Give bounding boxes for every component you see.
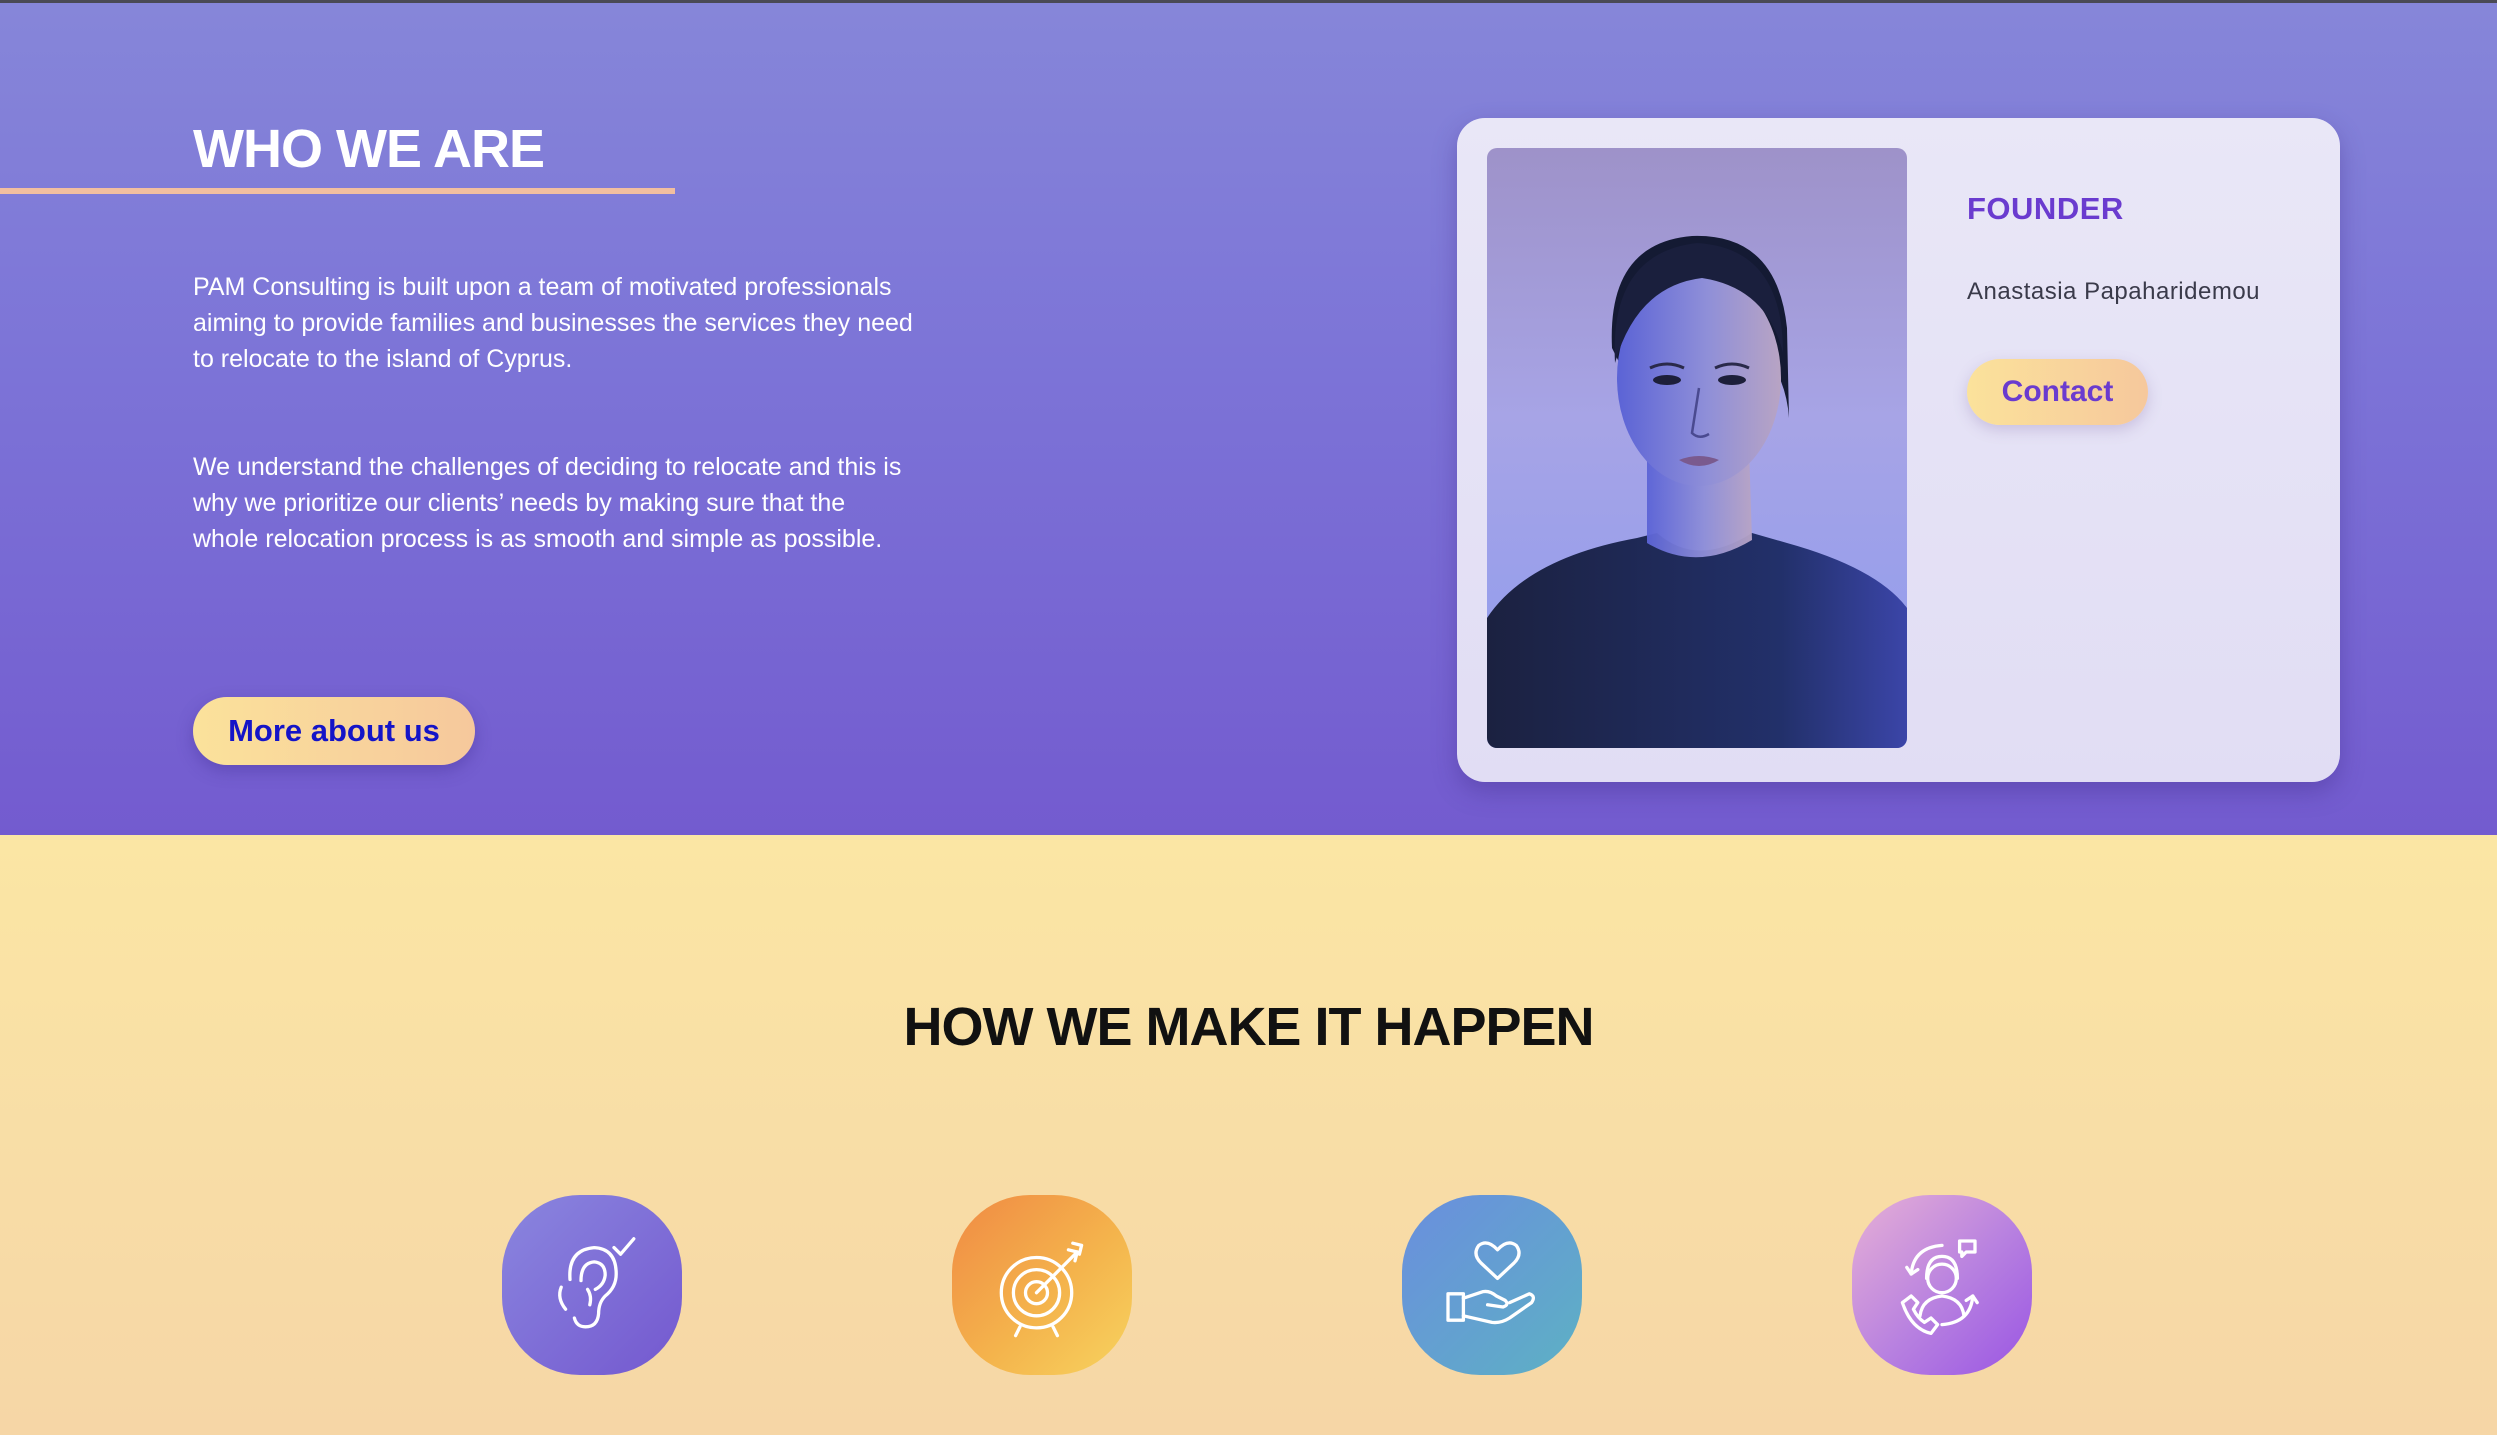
title-underline — [0, 188, 675, 194]
contact-button[interactable]: Contact — [1967, 359, 2148, 425]
support-agent-icon — [1852, 1195, 2032, 1375]
who-we-are-section: WHO WE ARE PAM Consulting is built upon … — [0, 3, 2497, 835]
who-we-are-title: WHO WE ARE — [193, 119, 545, 179]
founder-card: FOUNDER Anastasia Papaharidemou Contact — [1457, 118, 2340, 782]
founder-name: Anastasia Papaharidemou — [1967, 278, 2261, 305]
heart-hand-icon — [1402, 1195, 1582, 1375]
more-about-us-button[interactable]: More about us — [193, 697, 475, 765]
target-arrow-icon — [952, 1195, 1132, 1375]
about-paragraph-2: We understand the challenges of deciding… — [193, 453, 902, 553]
how-title: HOW WE MAKE IT HAPPEN — [903, 997, 1595, 1057]
ear-check-icon — [502, 1195, 682, 1375]
about-paragraph-1: PAM Consulting is built upon a team of m… — [193, 273, 913, 373]
founder-label: FOUNDER — [1967, 191, 2124, 226]
founder-photo — [1487, 148, 1907, 748]
how-we-make-it-happen-section: HOW WE MAKE IT HAPPEN — [0, 835, 2497, 1435]
